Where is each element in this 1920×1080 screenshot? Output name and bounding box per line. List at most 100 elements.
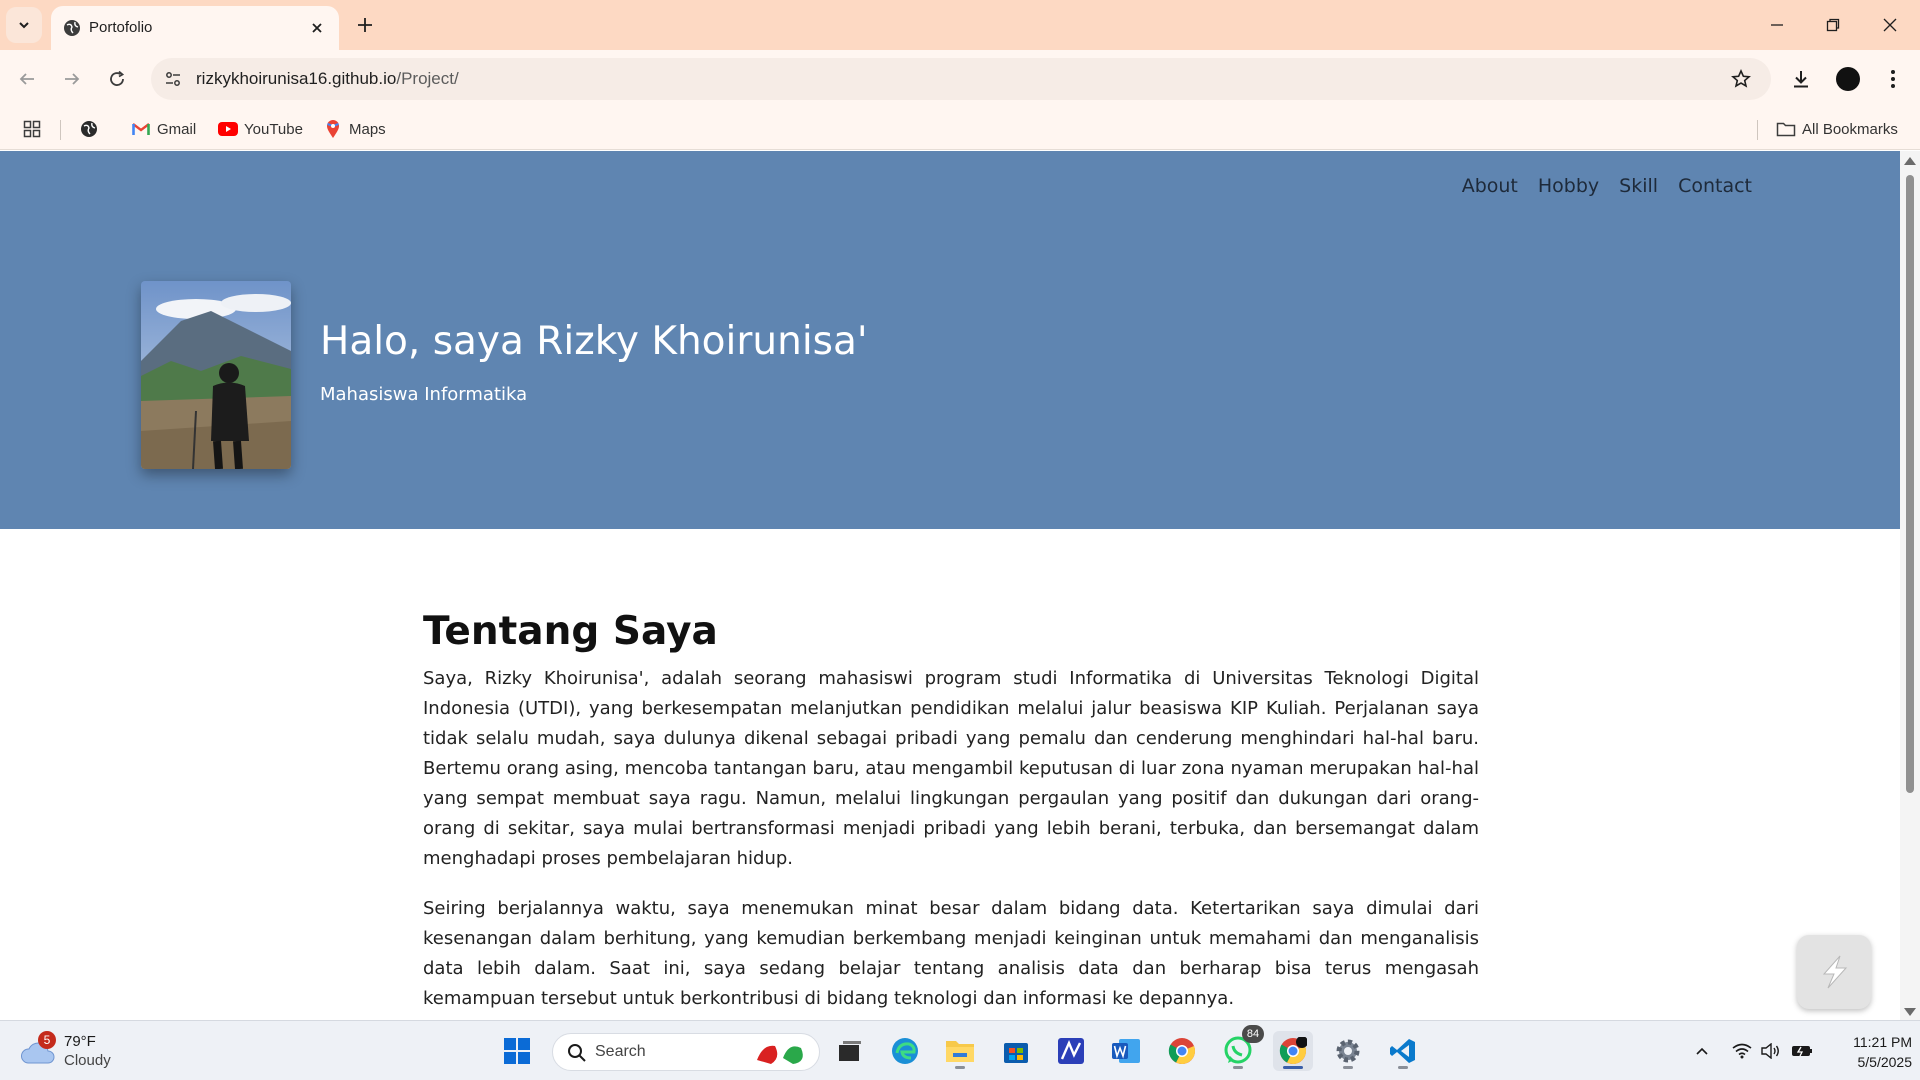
nav-link-skill[interactable]: Skill: [1619, 175, 1658, 197]
all-bookmarks-button[interactable]: All Bookmarks: [1776, 117, 1898, 141]
bookmark-youtube[interactable]: YouTube: [218, 117, 303, 141]
back-button[interactable]: [12, 64, 42, 94]
bookmarks-divider: [1757, 120, 1758, 140]
close-window-button[interactable]: [1877, 12, 1903, 38]
bookmarks-bar: Gmail YouTube Maps All Bookmarks: [0, 108, 1920, 150]
scroll-up-arrow[interactable]: [1904, 157, 1916, 165]
about-heading: Tentang Saya: [423, 609, 718, 654]
nav-link-about[interactable]: About: [1462, 175, 1518, 197]
youtube-icon: [218, 119, 238, 139]
weather-temperature: 79°F: [64, 1033, 96, 1050]
close-tab-icon[interactable]: [307, 18, 327, 38]
url-host: rizkykhoirunisa16.github.io: [196, 69, 397, 88]
taskbar-power-automate[interactable]: [1051, 1031, 1091, 1071]
taskbar-store[interactable]: [996, 1031, 1036, 1071]
wifi-icon: [1732, 1043, 1752, 1059]
tab-search-button[interactable]: [6, 7, 42, 43]
start-button[interactable]: [497, 1031, 537, 1071]
taskbar-chrome[interactable]: [1162, 1031, 1202, 1071]
weather-condition: Cloudy: [64, 1052, 111, 1069]
folder-icon: [946, 1041, 974, 1062]
notification-count-badge: 84: [1242, 1025, 1264, 1043]
taskbar-search[interactable]: Search: [552, 1033, 820, 1071]
globe-icon: [79, 119, 99, 139]
about-paragraph-2: Seiring berjalannya waktu, saya menemuka…: [423, 898, 1479, 1009]
restore-icon: [1826, 18, 1840, 32]
automate-icon: [1058, 1038, 1084, 1064]
reload-button[interactable]: [102, 64, 132, 94]
bookmark-globe[interactable]: [79, 117, 105, 141]
tab-title: Portofolio: [89, 19, 153, 36]
chevron-down-icon: [19, 22, 29, 29]
nav-link-hobby[interactable]: Hobby: [1538, 175, 1599, 197]
forward-button[interactable]: [57, 64, 87, 94]
store-icon: [1004, 1043, 1028, 1063]
windows-logo-icon: [504, 1038, 530, 1064]
profile-button[interactable]: [1833, 64, 1863, 94]
lightning-icon: [1822, 955, 1848, 989]
running-indicator: [1398, 1066, 1408, 1069]
minimize-button[interactable]: [1764, 12, 1790, 38]
taskbar-settings[interactable]: [1328, 1031, 1368, 1071]
url-path: /Project/: [396, 69, 459, 88]
windows-taskbar: 5 79°F Cloudy Search 84 11:21 PM 5/5/202…: [0, 1020, 1920, 1080]
downloads-button[interactable]: [1786, 64, 1816, 94]
globe-icon: [63, 19, 81, 37]
scroll-down-arrow[interactable]: [1904, 1008, 1916, 1016]
volume-status[interactable]: [1759, 1039, 1783, 1063]
page-viewport: About Hobby Skill Contact Halo, saya Riz…: [0, 151, 1900, 1020]
clock-time: 11:21 PM: [1853, 1034, 1912, 1050]
bookmark-maps[interactable]: Maps: [323, 117, 386, 141]
scroll-thumb[interactable]: [1906, 175, 1914, 793]
page-scrollbar[interactable]: [1900, 151, 1920, 1020]
bookmark-gmail[interactable]: Gmail: [131, 117, 196, 141]
show-hidden-icons[interactable]: [1690, 1039, 1714, 1063]
taskbar-vscode[interactable]: [1383, 1031, 1423, 1071]
hero-subtitle: Mahasiswa Informatika: [320, 384, 528, 405]
system-clock[interactable]: 11:21 PM 5/5/2025: [1822, 1032, 1912, 1072]
vscode-icon: [1390, 1039, 1415, 1063]
gear-icon: [1336, 1039, 1360, 1063]
task-view-icon: [839, 1041, 861, 1061]
browser-toolbar: rizkykhoirunisa16.github.io/Project/: [0, 50, 1920, 108]
wifi-status[interactable]: [1730, 1039, 1754, 1063]
taskbar-edge[interactable]: [885, 1031, 925, 1071]
apps-button[interactable]: [22, 117, 48, 141]
hero-title: Halo, saya Rizky Khoirunisa': [320, 319, 868, 364]
taskbar-whatsapp[interactable]: 84: [1218, 1025, 1264, 1071]
reload-icon: [110, 70, 125, 86]
address-bar[interactable]: rizkykhoirunisa16.github.io/Project/: [151, 58, 1771, 100]
taskbar-word[interactable]: [1106, 1031, 1146, 1071]
close-icon: [1883, 18, 1897, 32]
search-icon: [568, 1044, 586, 1062]
folder-icon: [1776, 119, 1796, 139]
arrow-right-icon: [65, 73, 80, 85]
weather-widget[interactable]: 5 79°F Cloudy: [20, 1031, 140, 1073]
plus-icon: [358, 18, 372, 32]
running-indicator: [955, 1066, 965, 1069]
site-info-icon[interactable]: [161, 67, 185, 91]
taskbar-file-explorer[interactable]: [940, 1031, 980, 1071]
word-icon: [1112, 1039, 1140, 1063]
chrome-icon: [1279, 1037, 1307, 1064]
taskbar-chrome-profile[interactable]: [1273, 1031, 1313, 1071]
bookmark-label: YouTube: [244, 120, 303, 138]
bookmark-star-icon[interactable]: [1729, 67, 1753, 91]
bookmark-label: Gmail: [157, 120, 197, 138]
browser-menu-button[interactable]: [1878, 64, 1908, 94]
active-tab[interactable]: Portofolio: [51, 6, 339, 50]
restore-button[interactable]: [1820, 12, 1846, 38]
nav-link-contact[interactable]: Contact: [1678, 175, 1752, 197]
new-tab-button[interactable]: [352, 12, 378, 38]
all-bookmarks-label: All Bookmarks: [1802, 120, 1898, 138]
maps-icon: [323, 119, 343, 139]
taskbar-task-view[interactable]: [830, 1031, 870, 1071]
about-section: Tentang Saya Saya, Rizky Khoirunisa', ad…: [423, 609, 1479, 1020]
extension-floating-button[interactable]: [1797, 935, 1871, 1009]
apps-grid-icon: [22, 119, 42, 139]
search-highlight-icon: [757, 1045, 803, 1064]
minimize-icon: [1771, 24, 1783, 26]
chrome-icon: [1168, 1038, 1195, 1064]
battery-status[interactable]: [1790, 1039, 1814, 1063]
more-vertical-icon: [1891, 70, 1895, 88]
